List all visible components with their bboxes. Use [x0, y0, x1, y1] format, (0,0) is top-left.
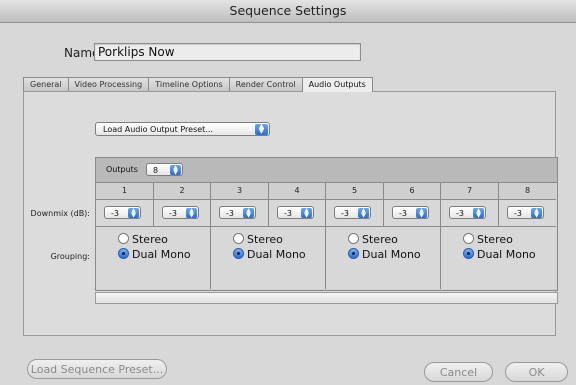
tab-general[interactable]: General	[23, 77, 69, 91]
downmix-value: -3	[111, 209, 119, 218]
downmix-value: -3	[514, 209, 522, 218]
channel-header: 3	[211, 183, 269, 200]
popup-arrows-icon: ▲ ▼	[473, 208, 484, 219]
outputs-count-value: 8	[153, 166, 159, 175]
popup-arrows-icon: ▲ ▼	[301, 208, 312, 219]
channel-header: 5	[326, 183, 384, 200]
downmix-value: -3	[169, 209, 177, 218]
stereo-label: Stereo	[477, 233, 513, 246]
downmix-value: -3	[456, 209, 464, 218]
downmix-cell: -3 ▲ ▼	[154, 200, 211, 227]
stereo-radio[interactable]: Stereo	[118, 233, 168, 246]
radio-off-icon	[233, 233, 244, 244]
downmix-value: -3	[399, 209, 407, 218]
radio-on-icon	[118, 248, 129, 259]
outputs-header-row: Outputs 8 ▲ ▼	[96, 158, 557, 183]
radio-on-icon	[348, 248, 359, 259]
downmix-popup[interactable]: -3 ▲ ▼	[449, 206, 486, 219]
popup-arrows-icon: ▲ ▼	[416, 208, 427, 219]
grouping-cell: Stereo Dual Mono	[326, 227, 441, 289]
tab-render-control[interactable]: Render Control	[228, 77, 303, 91]
cancel-button[interactable]: Cancel	[424, 362, 493, 382]
grouping-cell: Stereo Dual Mono	[96, 227, 211, 289]
dual-mono-label: Dual Mono	[362, 248, 421, 261]
outputs-label: Outputs	[106, 165, 138, 174]
downmix-popup[interactable]: -3 ▲ ▼	[219, 206, 256, 219]
popup-arrows-icon: ▲ ▼	[358, 208, 369, 219]
downmix-popup[interactable]: -3 ▲ ▼	[334, 206, 371, 219]
downmix-cell: -3 ▲ ▼	[326, 200, 384, 227]
popup-arrows-icon: ▲ ▼	[186, 208, 197, 219]
downmix-cell: -3 ▲ ▼	[269, 200, 326, 227]
channel-header: 8	[499, 183, 556, 200]
stereo-radio[interactable]: Stereo	[463, 233, 513, 246]
dual-mono-radio[interactable]: Dual Mono	[348, 248, 421, 261]
grouping-cell: Stereo Dual Mono	[211, 227, 326, 289]
downmix-cell: -3 ▲ ▼	[499, 200, 556, 227]
tab-bar: General Video Processing Timeline Option…	[23, 77, 373, 92]
preset-popup-label: Load Audio Output Preset...	[103, 125, 213, 134]
downmix-value: -3	[341, 209, 349, 218]
radio-on-icon	[233, 248, 244, 259]
tab-timeline-options[interactable]: Timeline Options	[148, 77, 230, 91]
radio-off-icon	[118, 233, 129, 244]
stereo-label: Stereo	[247, 233, 283, 246]
radio-off-icon	[463, 233, 474, 244]
dual-mono-radio[interactable]: Dual Mono	[233, 248, 306, 261]
load-sequence-preset-button[interactable]: Load Sequence Preset...	[27, 359, 167, 379]
dual-mono-label: Dual Mono	[132, 248, 191, 261]
stereo-radio[interactable]: Stereo	[348, 233, 398, 246]
downmix-popup[interactable]: -3 ▲ ▼	[507, 206, 544, 219]
stereo-radio[interactable]: Stereo	[233, 233, 283, 246]
popup-arrows-icon: ▲ ▼	[128, 208, 139, 219]
channel-header: 4	[269, 183, 326, 200]
channel-header: 6	[384, 183, 441, 200]
popup-arrows-icon: ▲ ▼	[255, 123, 268, 135]
popup-arrows-icon: ▲ ▼	[531, 208, 542, 219]
tab-audio-outputs[interactable]: Audio Outputs	[301, 77, 373, 92]
dual-mono-label: Dual Mono	[477, 248, 536, 261]
channel-header: 1	[96, 183, 154, 200]
downmix-popup[interactable]: -3 ▲ ▼	[277, 206, 314, 219]
downmix-cell: -3 ▲ ▼	[211, 200, 269, 227]
downmix-popup[interactable]: -3 ▲ ▼	[162, 206, 199, 219]
dual-mono-radio[interactable]: Dual Mono	[463, 248, 536, 261]
tab-video-processing[interactable]: Video Processing	[67, 77, 150, 91]
downmix-value: -3	[226, 209, 234, 218]
stereo-label: Stereo	[362, 233, 398, 246]
downmix-label: Downmix (dB):	[30, 209, 90, 218]
outputs-count-popup[interactable]: 8 ▲ ▼	[146, 163, 183, 176]
downmix-cell: -3 ▲ ▼	[96, 200, 154, 227]
grouping-label: Grouping:	[50, 252, 90, 261]
radio-off-icon	[348, 233, 359, 244]
dual-mono-label: Dual Mono	[247, 248, 306, 261]
horizontal-scrollbar[interactable]	[95, 292, 558, 304]
name-field[interactable]: Porklips Now	[94, 43, 361, 61]
downmix-cell: -3 ▲ ▼	[441, 200, 499, 227]
popup-arrows-icon: ▲ ▼	[243, 208, 254, 219]
ok-button[interactable]: OK	[505, 362, 568, 382]
stereo-label: Stereo	[132, 233, 168, 246]
channel-header: 2	[154, 183, 211, 200]
window-title: Sequence Settings	[0, 0, 576, 23]
downmix-cell: -3 ▲ ▼	[384, 200, 441, 227]
outputs-grid: Outputs 8 ▲ ▼ 1 2 3 4 5 6 7 8 -3 ▲ ▼ -3 ▲ ▼ -…	[95, 157, 558, 291]
channel-header: 7	[441, 183, 499, 200]
radio-on-icon	[463, 248, 474, 259]
dual-mono-radio[interactable]: Dual Mono	[118, 248, 191, 261]
downmix-value: -3	[284, 209, 292, 218]
grouping-cell: Stereo Dual Mono	[441, 227, 556, 289]
downmix-popup[interactable]: -3 ▲ ▼	[392, 206, 429, 219]
downmix-popup[interactable]: -3 ▲ ▼	[104, 206, 141, 219]
popup-arrows-icon: ▲ ▼	[170, 165, 181, 176]
load-audio-output-preset-popup[interactable]: Load Audio Output Preset... ▲ ▼	[95, 122, 270, 136]
